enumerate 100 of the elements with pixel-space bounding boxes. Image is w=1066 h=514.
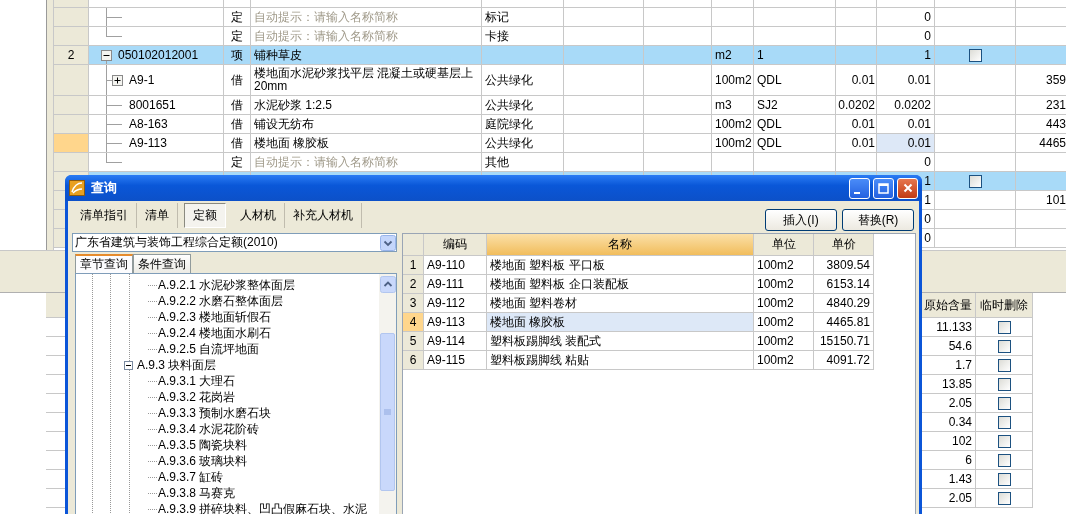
table-cell: 6153.14 <box>814 275 874 294</box>
table-cell: 100m2 <box>754 313 814 332</box>
column-header[interactable]: 单位 <box>754 234 814 256</box>
column-header[interactable]: 单价 <box>814 234 874 256</box>
maximize-button[interactable] <box>873 177 894 199</box>
table-cell: QDL <box>754 115 836 134</box>
table-cell: 1.7 <box>922 356 976 375</box>
table-cell: 100m2 <box>712 134 754 153</box>
checkbox[interactable] <box>997 358 1011 372</box>
table-cell: 楼地面 塑料板 平口板 <box>487 256 754 275</box>
tab[interactable]: 人材机 <box>232 203 285 228</box>
table-cell: 铺设无纺布 <box>251 115 482 134</box>
table-cell: 借 <box>224 96 251 115</box>
table-cell <box>644 96 712 115</box>
table-cell: 100m2 <box>754 275 814 294</box>
scroll-thumb[interactable] <box>380 333 395 491</box>
checkbox[interactable] <box>997 434 1011 448</box>
table-cell: 101 <box>1016 191 1066 210</box>
table-cell: 借 <box>224 134 251 153</box>
table-cell: 0.34 <box>922 413 976 432</box>
table-cell: 231 <box>1016 96 1066 115</box>
table-cell: 4465 <box>1016 134 1066 153</box>
table-cell: 0.01 <box>836 115 877 134</box>
checkbox[interactable] <box>997 472 1011 486</box>
table-cell: 公共绿化 <box>482 65 564 96</box>
action-button[interactable]: 插入(I) <box>765 209 837 231</box>
table-cell: A9-112 <box>424 294 487 313</box>
table-cell: A9-115 <box>424 351 487 370</box>
table-cell: 4091.72 <box>814 351 874 370</box>
expand-icon[interactable] <box>112 74 123 86</box>
tab[interactable]: 清单 <box>137 203 178 228</box>
checkbox[interactable] <box>997 491 1011 505</box>
table-cell <box>644 65 712 96</box>
table-cell: 铺种草皮 <box>251 46 482 65</box>
table-cell: 11.133 <box>922 318 976 337</box>
table-cell: 359 <box>1016 65 1066 96</box>
tab[interactable]: 条件查询 <box>133 254 191 273</box>
row-header[interactable]: 2 <box>54 46 89 65</box>
column-header[interactable]: 名称 <box>487 234 754 256</box>
checkbox[interactable] <box>997 415 1011 429</box>
column-header[interactable]: 编码 <box>424 234 487 256</box>
row-header[interactable]: 6 <box>403 351 424 370</box>
table-cell: A9-114 <box>424 332 487 351</box>
table-cell: 0.01 <box>877 65 935 96</box>
scrollbar[interactable] <box>379 274 396 514</box>
table-cell: 楼地面 塑料板 企口装配板 <box>487 275 754 294</box>
code-text: A9-1 <box>129 73 155 87</box>
row-header[interactable]: 3 <box>403 294 424 313</box>
table-cell: 15150.71 <box>814 332 874 351</box>
table-cell: 100m2 <box>712 65 754 96</box>
table-cell <box>644 46 712 65</box>
row-header[interactable]: 2 <box>403 275 424 294</box>
checkbox[interactable] <box>968 48 982 62</box>
checkbox[interactable] <box>968 174 982 188</box>
checkbox[interactable] <box>997 339 1011 353</box>
action-button[interactable]: 替换(R) <box>842 209 914 231</box>
tab[interactable]: 定额 <box>184 203 226 228</box>
tab[interactable]: 清单指引 <box>72 203 137 228</box>
table-cell: QDL <box>754 65 836 96</box>
row-header[interactable]: 1 <box>403 256 424 275</box>
table-cell: 借 <box>224 65 251 96</box>
minimize-icon <box>854 191 860 194</box>
checkbox[interactable] <box>997 396 1011 410</box>
code-text: 050102012001 <box>118 48 199 62</box>
table-cell: 54.6 <box>922 337 976 356</box>
checkbox[interactable] <box>997 320 1011 334</box>
table-cell: 6 <box>922 451 976 470</box>
table-cell <box>644 115 712 134</box>
table-cell: 标记 <box>482 8 564 27</box>
table-cell: 1 <box>754 46 836 65</box>
minimize-button[interactable] <box>849 177 870 199</box>
table-cell: 楼地面 橡胶板 <box>487 313 754 332</box>
table-cell: 水泥砂浆 1:2.5 <box>251 96 482 115</box>
table-cell <box>644 134 712 153</box>
row-header[interactable]: 4 <box>403 313 424 332</box>
table-cell: QDL <box>754 134 836 153</box>
table-cell: 楼地面 橡胶板 <box>251 134 482 153</box>
checkbox[interactable] <box>997 377 1011 391</box>
window-title: 查询 <box>91 179 117 197</box>
close-icon <box>902 183 913 193</box>
table-cell: A9-110 <box>424 256 487 275</box>
app-icon <box>69 180 85 196</box>
column-header[interactable]: 原始含量 <box>922 293 976 318</box>
table-cell: 0.01 <box>877 134 935 153</box>
row-header[interactable]: 5 <box>403 332 424 351</box>
table-cell: 1.43 <box>922 470 976 489</box>
table-cell: 项 <box>224 46 251 65</box>
code-text: A9-113 <box>129 136 167 150</box>
table-cell: 庭院绿化 <box>482 115 564 134</box>
scroll-up-icon[interactable] <box>379 276 396 293</box>
library-dropdown[interactable]: 广东省建筑与装饰工程综合定额(2010) <box>72 233 397 252</box>
tab[interactable]: 补充人材机 <box>285 203 362 228</box>
checkbox[interactable] <box>997 453 1011 467</box>
table-cell: 102 <box>922 432 976 451</box>
collapse-icon[interactable] <box>101 49 112 61</box>
close-button[interactable] <box>897 177 918 199</box>
tab[interactable]: 章节查询 <box>75 254 133 273</box>
collapse-icon[interactable] <box>124 360 133 370</box>
dropdown-icon[interactable] <box>380 234 396 251</box>
column-header[interactable]: 临时删除 <box>976 293 1033 318</box>
